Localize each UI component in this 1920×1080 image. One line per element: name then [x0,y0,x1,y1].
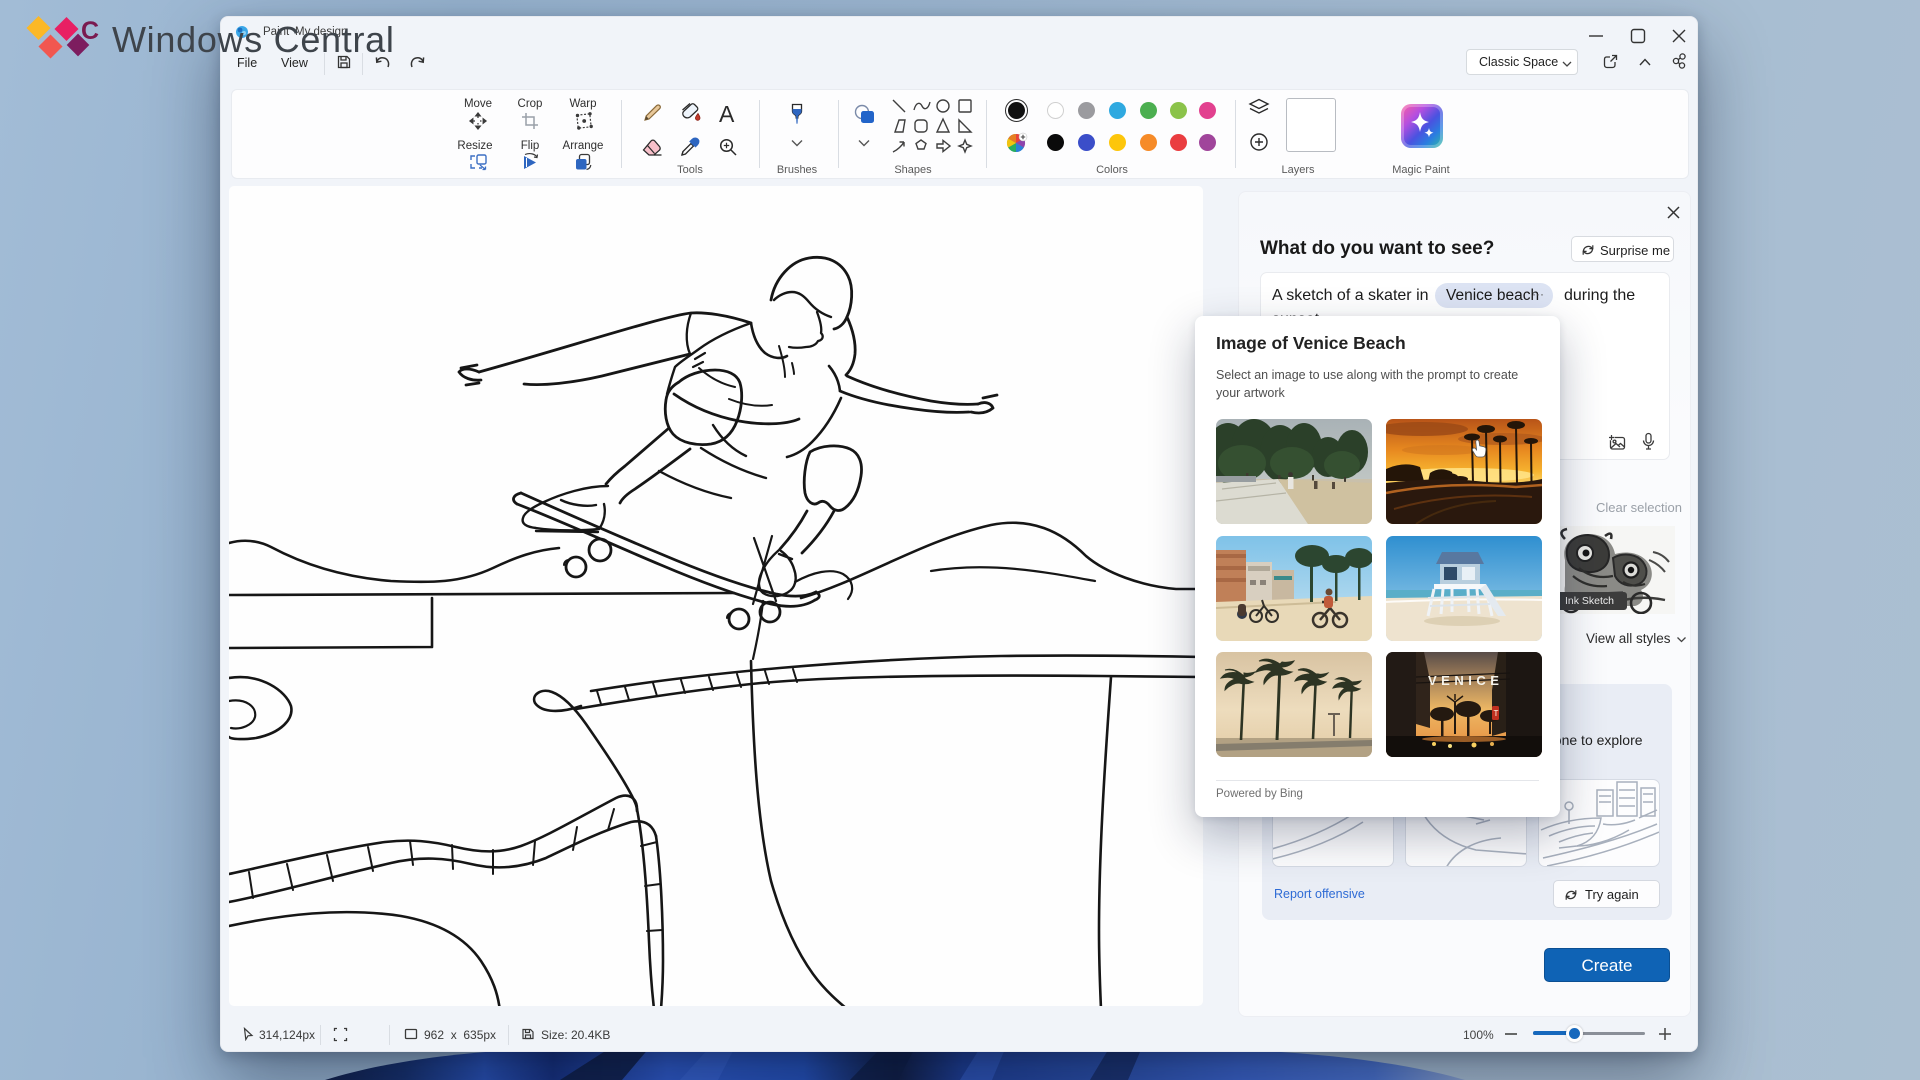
svg-text:VENICE: VENICE [1428,673,1503,688]
svg-text:C: C [81,17,99,45]
svg-text:T: T [1494,709,1499,718]
